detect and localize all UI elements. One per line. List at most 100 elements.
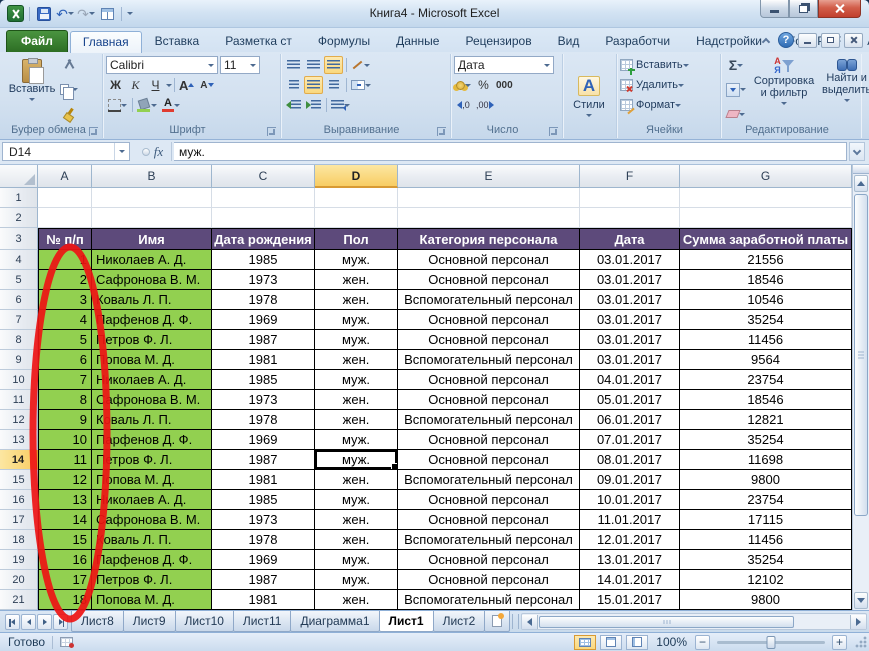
cell-B10[interactable]: Николаев А. Д.: [92, 370, 212, 390]
name-box-dropdown[interactable]: [114, 143, 129, 160]
column-header-A[interactable]: A: [38, 165, 92, 188]
cell-E18[interactable]: Вспомогательный персонал: [398, 530, 580, 550]
cell-D10[interactable]: муж.: [315, 370, 398, 390]
cell-E2[interactable]: [398, 208, 580, 228]
sheet-tab-Лист1[interactable]: Лист1: [378, 611, 434, 632]
formula-input[interactable]: муж.: [174, 142, 847, 161]
ribbon-tab-Разметка ст[interactable]: Разметка ст: [212, 30, 305, 52]
row-header-20[interactable]: 20: [0, 570, 38, 590]
cell-A21[interactable]: 18: [38, 590, 92, 610]
chevron-down-icon[interactable]: [166, 83, 172, 90]
row-header-4[interactable]: 4: [0, 250, 38, 270]
excel-logo-icon[interactable]: [7, 5, 24, 22]
cell-G3[interactable]: Сумма заработной платы: [680, 228, 852, 250]
cell-B16[interactable]: Николаев А. Д.: [92, 490, 212, 510]
cell-E1[interactable]: [398, 188, 580, 208]
cell-F9[interactable]: 03.01.2017: [580, 350, 680, 370]
row-header-3[interactable]: 3: [0, 228, 38, 250]
cell-C6[interactable]: 1978: [212, 290, 315, 310]
align-right-button[interactable]: [324, 76, 343, 94]
next-sheet-button[interactable]: [37, 613, 52, 630]
thousands-button[interactable]: 000: [494, 76, 515, 94]
cell-C17[interactable]: 1973: [212, 510, 315, 530]
tab-split-handle[interactable]: [512, 614, 520, 629]
autosum-button[interactable]: Σ: [724, 56, 748, 74]
cell-D20[interactable]: муж.: [315, 570, 398, 590]
cell-E15[interactable]: Вспомогательный персонал: [398, 470, 580, 490]
cell-B9[interactable]: Попова М. Д.: [92, 350, 212, 370]
expand-formula-bar-button[interactable]: [849, 142, 865, 161]
cell-F12[interactable]: 06.01.2017: [580, 410, 680, 430]
cell-C2[interactable]: [212, 208, 315, 228]
split-handle[interactable]: [853, 165, 869, 174]
row-header-1[interactable]: 1: [0, 188, 38, 208]
cell-G1[interactable]: [680, 188, 852, 208]
cell-G13[interactable]: 35254: [680, 430, 852, 450]
scroll-up-button[interactable]: [854, 175, 868, 192]
select-all-corner[interactable]: [0, 165, 38, 188]
cell-F19[interactable]: 13.01.2017: [580, 550, 680, 570]
cell-D4[interactable]: муж.: [315, 250, 398, 270]
cell-A9[interactable]: 6: [38, 350, 92, 370]
cell-A12[interactable]: 9: [38, 410, 92, 430]
minimize-button[interactable]: [760, 0, 789, 18]
cell-B6[interactable]: Коваль Л. П.: [92, 290, 212, 310]
cell-C11[interactable]: 1973: [212, 390, 315, 410]
cell-A13[interactable]: 10: [38, 430, 92, 450]
scroll-left-button[interactable]: [522, 614, 539, 629]
cell-D1[interactable]: [315, 188, 398, 208]
delete-cells-button[interactable]: Удалить: [620, 75, 717, 95]
row-header-5[interactable]: 5: [0, 270, 38, 290]
row-header-11[interactable]: 11: [0, 390, 38, 410]
cell-G17[interactable]: 17115: [680, 510, 852, 530]
row-header-16[interactable]: 16: [0, 490, 38, 510]
cell-D7[interactable]: муж.: [315, 310, 398, 330]
zoom-slider[interactable]: [717, 635, 825, 649]
cell-E14[interactable]: Основной персонал: [398, 450, 580, 470]
previous-sheet-button[interactable]: [21, 613, 36, 630]
cell-E19[interactable]: Основной персонал: [398, 550, 580, 570]
record-macro-icon[interactable]: [60, 637, 75, 648]
cell-B18[interactable]: Коваль Л. П.: [92, 530, 212, 550]
ribbon-tab-Вставка[interactable]: Вставка: [142, 30, 213, 52]
cell-G10[interactable]: 23754: [680, 370, 852, 390]
cell-F1[interactable]: [580, 188, 680, 208]
cell-C1[interactable]: [212, 188, 315, 208]
accounting-format-button[interactable]: [454, 76, 473, 94]
cell-B14[interactable]: Петров Ф. Л.: [92, 450, 212, 470]
row-header-8[interactable]: 8: [0, 330, 38, 350]
cell-B2[interactable]: [92, 208, 212, 228]
cell-B7[interactable]: Парфенов Д. Ф.: [92, 310, 212, 330]
horizontal-scrollbar[interactable]: [521, 613, 867, 630]
sheet-tab-Лист9[interactable]: Лист9: [122, 611, 176, 632]
cell-G14[interactable]: 11698: [680, 450, 852, 470]
cell-C14[interactable]: 1987: [212, 450, 315, 470]
cell-B1[interactable]: [92, 188, 212, 208]
align-bottom-button[interactable]: [324, 56, 343, 74]
cell-A15[interactable]: 12: [38, 470, 92, 490]
cell-B5[interactable]: Сафронова В. М.: [92, 270, 212, 290]
cell-G9[interactable]: 9564: [680, 350, 852, 370]
cell-A1[interactable]: [38, 188, 92, 208]
insert-sheet-button[interactable]: [484, 611, 511, 632]
cell-B12[interactable]: Коваль Л. П.: [92, 410, 212, 430]
cell-C9[interactable]: 1981: [212, 350, 315, 370]
normal-view-button[interactable]: [574, 634, 597, 650]
vertical-scroll-thumb[interactable]: [854, 194, 868, 516]
cell-E4[interactable]: Основной персонал: [398, 250, 580, 270]
ribbon-tab-Рецензиров[interactable]: Рецензиров: [452, 30, 544, 52]
cell-A17[interactable]: 14: [38, 510, 92, 530]
cell-D11[interactable]: жен.: [315, 390, 398, 410]
cell-D15[interactable]: жен.: [315, 470, 398, 490]
cell-E6[interactable]: Вспомогательный персонал: [398, 290, 580, 310]
cell-E8[interactable]: Основной персонал: [398, 330, 580, 350]
cell-D6[interactable]: жен.: [315, 290, 398, 310]
horizontal-scroll-thumb[interactable]: [539, 615, 795, 628]
cell-G15[interactable]: 9800: [680, 470, 852, 490]
resize-grip[interactable]: [855, 636, 867, 648]
cell-D2[interactable]: [315, 208, 398, 228]
cell-C4[interactable]: 1985: [212, 250, 315, 270]
cell-E17[interactable]: Основной персонал: [398, 510, 580, 530]
increase-decimal-button[interactable]: ,0: [454, 96, 473, 114]
sort-filter-button[interactable]: АЯ Сортировка и фильтр: [751, 55, 817, 124]
